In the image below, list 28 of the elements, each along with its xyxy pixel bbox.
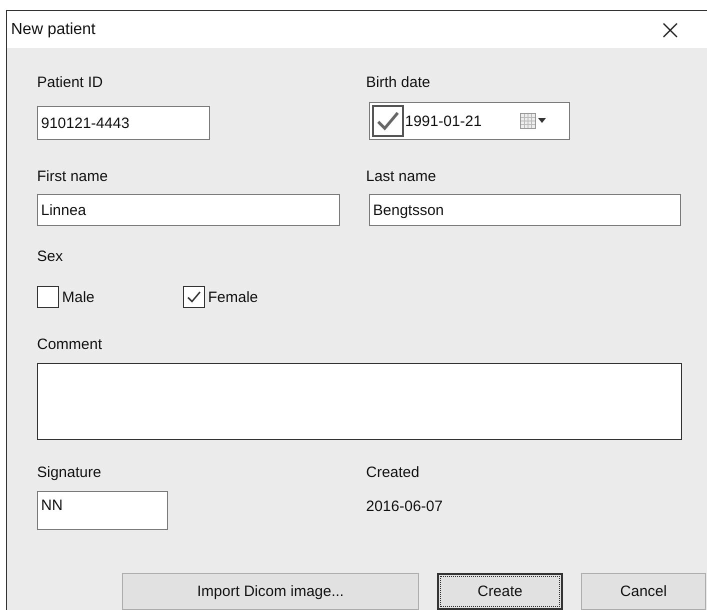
- checkbox-label[interactable]: Female: [208, 288, 258, 306]
- field-label: Last name: [366, 168, 438, 186]
- comment-field[interactable]: [37, 363, 682, 440]
- check-icon: [186, 289, 202, 305]
- window-title: New patient: [11, 20, 96, 38]
- calendar-icon[interactable]: [520, 113, 548, 129]
- dialog-button[interactable]: Create: [437, 573, 563, 610]
- input-field[interactable]: NN: [37, 491, 168, 530]
- dialog-button[interactable]: Import Dicom image...: [122, 573, 419, 610]
- close-button[interactable]: ×: [658, 16, 682, 44]
- input-field[interactable]: Bengtsson: [369, 194, 681, 226]
- field-label: Patient ID: [37, 74, 104, 92]
- date-checkbox[interactable]: [372, 105, 404, 137]
- field-label: Created: [366, 464, 420, 482]
- date-value: 1991-01-21: [405, 112, 483, 130]
- dialog-button[interactable]: Cancel: [581, 573, 706, 610]
- field-label: Sex: [37, 248, 63, 266]
- input-field[interactable]: 910121-4443: [37, 106, 210, 140]
- field-label: Birth date: [366, 74, 432, 92]
- input-field[interactable]: Linnea: [37, 194, 340, 226]
- checkbox[interactable]: [37, 286, 59, 308]
- created-date: 2016-06-07: [366, 498, 444, 515]
- field-label: Signature: [37, 464, 102, 482]
- field-label: First name: [37, 168, 109, 186]
- date-picker[interactable]: 1991-01-21: [369, 102, 570, 140]
- checkbox[interactable]: [183, 286, 205, 308]
- checkbox-label[interactable]: Male: [62, 288, 95, 306]
- field-label: Comment: [37, 336, 102, 354]
